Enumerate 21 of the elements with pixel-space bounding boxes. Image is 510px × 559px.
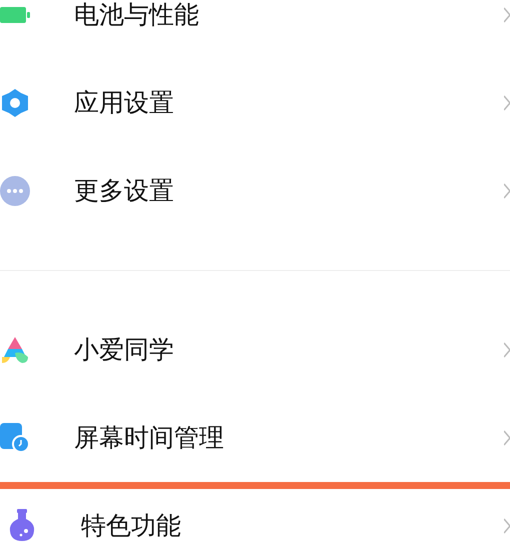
battery-icon bbox=[0, 7, 30, 23]
chevron-icon bbox=[504, 340, 510, 360]
row-label: 电池与性能 bbox=[74, 0, 200, 32]
row-label: 特色功能 bbox=[81, 510, 182, 542]
settings-row[interactable]: 屏幕时间管理 bbox=[0, 394, 510, 482]
settings-row[interactable]: 电池与性能 bbox=[0, 0, 510, 59]
row-label: 屏幕时间管理 bbox=[74, 422, 225, 454]
row-label: 更多设置 bbox=[74, 175, 175, 208]
chevron-icon bbox=[504, 93, 510, 113]
settings-row[interactable]: 特色功能 bbox=[0, 489, 510, 559]
chevron-icon bbox=[504, 428, 510, 448]
chevron-icon bbox=[504, 516, 510, 536]
row-label: 应用设置 bbox=[74, 87, 175, 120]
settings-row[interactable]: 应用设置 bbox=[0, 59, 510, 147]
settings-row[interactable]: 小爱同学 bbox=[0, 306, 510, 394]
chevron-icon bbox=[504, 5, 510, 25]
assistant-icon bbox=[0, 335, 30, 365]
chevron-icon bbox=[504, 181, 510, 201]
flask-icon bbox=[7, 509, 37, 543]
row-label: 小爱同学 bbox=[74, 334, 175, 366]
settings-row[interactable]: 更多设置 bbox=[0, 147, 510, 235]
